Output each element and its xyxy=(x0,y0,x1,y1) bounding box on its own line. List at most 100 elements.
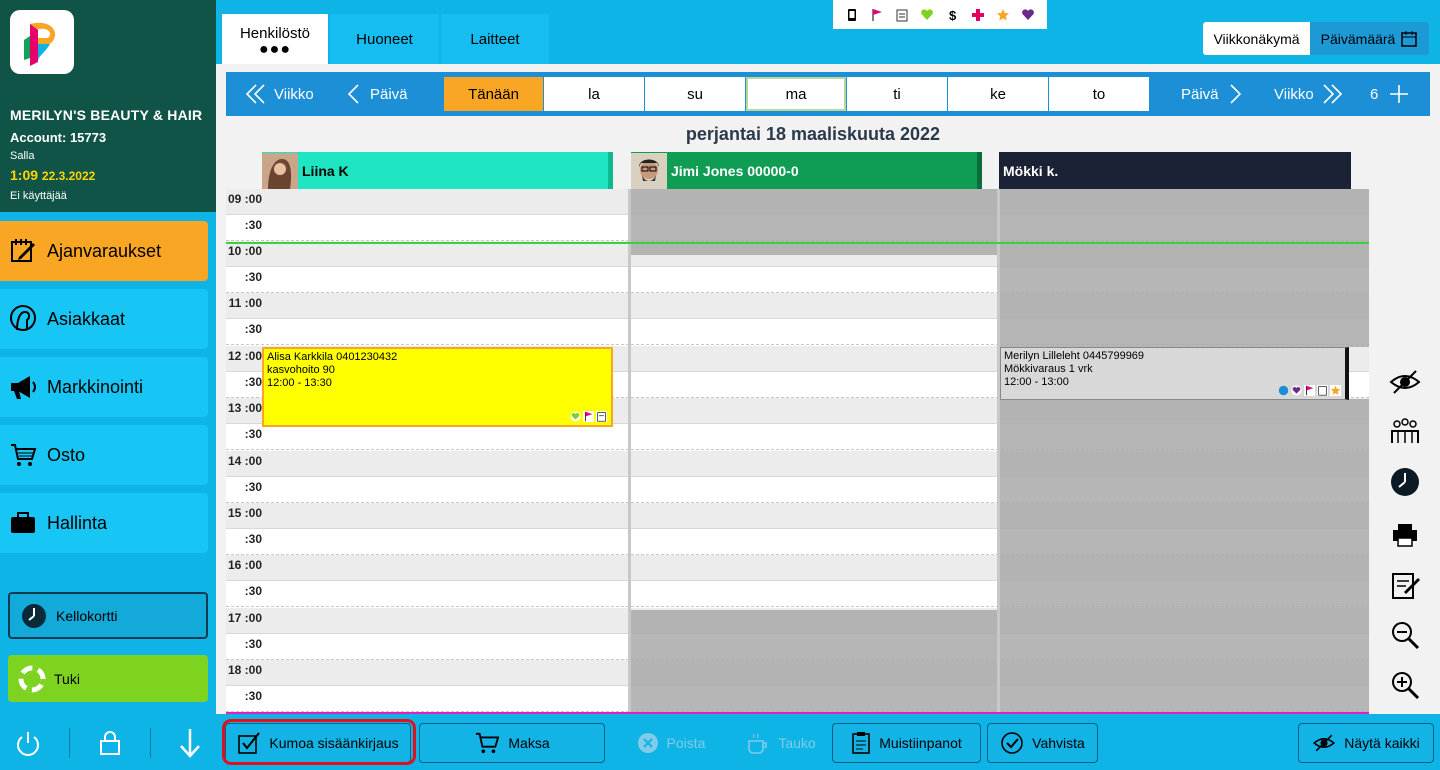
divider xyxy=(69,727,71,758)
flag-icon xyxy=(872,8,882,21)
nav-osto[interactable]: Osto xyxy=(0,425,208,485)
confirm-label: Vahvista xyxy=(1032,735,1085,751)
staff-column-header[interactable]: Mökki k. xyxy=(999,152,1351,189)
today-button[interactable]: Tänään xyxy=(444,77,543,111)
tab-label: Henkilöstö xyxy=(239,24,311,42)
sidebar-bottom-tools xyxy=(0,715,216,770)
break-button[interactable]: Tauko xyxy=(731,723,831,763)
time-label: 09 :00 xyxy=(227,192,262,206)
clock-readout: 1:09 22.3.2022 xyxy=(10,167,95,183)
prev-week-button[interactable]: Viikko xyxy=(244,72,314,116)
notes-button[interactable]: Muistiinpanot xyxy=(832,723,981,763)
appointment-client: Merilyn Lilleleht 0445799969 xyxy=(1004,350,1145,362)
next-week-button[interactable]: Viikko xyxy=(1274,72,1344,116)
next-day-label: Päivä xyxy=(1181,85,1219,103)
time-label: 16 :00 xyxy=(227,558,262,572)
tab-label: Huoneet xyxy=(356,30,413,48)
notes-label: Muistiinpanot xyxy=(879,735,962,751)
nav-label: Osto xyxy=(47,444,86,465)
day-button-ma[interactable]: ma xyxy=(746,77,846,111)
appointment-card[interactable]: Alisa Karkkila 0401230432 kasvohoito 90 … xyxy=(262,347,613,427)
nav-ajanvaraukset[interactable]: Ajanvaraukset xyxy=(0,221,208,281)
tuki-button[interactable]: Tuki xyxy=(8,655,208,702)
prev-day-button[interactable]: Päivä xyxy=(346,72,408,116)
add-count-button[interactable]: 6 xyxy=(1370,72,1410,116)
unavailable-block xyxy=(1000,189,1369,347)
clipboard-icon xyxy=(1317,385,1328,396)
show-all-button[interactable]: Näytä kaikki xyxy=(1298,723,1434,763)
next-day-button[interactable]: Päivä xyxy=(1181,72,1243,116)
day-button-to[interactable]: to xyxy=(1049,77,1149,111)
printer-icon[interactable] xyxy=(1388,518,1422,552)
phone-icon xyxy=(847,8,856,21)
appointment-time: 12:00 - 13:30 xyxy=(267,377,332,389)
eye-icon xyxy=(1313,734,1336,752)
no-user-label: Ei käyttäjää xyxy=(10,190,67,202)
nav-asiakkaat[interactable]: Asiakkaat xyxy=(0,289,208,349)
eye-icon[interactable] xyxy=(1388,365,1422,399)
prev-week-label: Viikko xyxy=(274,85,314,103)
notes-icon[interactable] xyxy=(1388,568,1422,602)
zoom-in-icon[interactable] xyxy=(1388,668,1422,702)
pay-button[interactable]: Maksa xyxy=(419,723,605,763)
day-button-ke[interactable]: ke xyxy=(948,77,1048,111)
kellokortti-button[interactable]: Kellokortti xyxy=(8,592,208,639)
chevron-left-icon xyxy=(347,84,359,104)
date-picker-button[interactable]: Päivämäärä xyxy=(1310,22,1429,55)
double-chevron-left-icon xyxy=(245,84,265,104)
nav-hallinta[interactable]: Hallinta xyxy=(0,493,208,553)
prev-day-label: Päivä xyxy=(370,85,408,103)
highlight-outline xyxy=(222,719,416,765)
plus-icon xyxy=(1390,85,1409,103)
day-button-su[interactable]: su xyxy=(645,77,745,111)
heart-purple-icon xyxy=(1022,8,1035,20)
lock-icon[interactable] xyxy=(98,729,122,757)
date-navigation-bar: Viikko Päivä Tänään la su ma ti ke to Pä… xyxy=(226,72,1430,116)
divider xyxy=(149,727,151,758)
tab-henkilosto[interactable]: Henkilöstö ●●● xyxy=(222,14,328,64)
day-button-ti[interactable]: ti xyxy=(847,77,947,111)
flag-icon xyxy=(583,411,594,422)
delete-button[interactable]: Poista xyxy=(621,723,721,763)
schedule-grid[interactable]: 09 :00 :30 10 :00 :30 11 :00 :30 12 :00 … xyxy=(226,189,1369,714)
date-button-label: Päivämäärä xyxy=(1320,30,1396,47)
time-label: :30 xyxy=(244,322,262,336)
staff-name: Mökki k. xyxy=(1003,162,1059,179)
time-label: 11 :00 xyxy=(228,296,262,310)
megaphone-icon xyxy=(8,372,38,402)
power-icon[interactable] xyxy=(14,729,42,757)
clock-icon[interactable] xyxy=(1388,465,1422,499)
arrow-down-icon[interactable] xyxy=(178,727,202,759)
appointment-icons xyxy=(570,411,607,422)
app-logo xyxy=(10,10,74,74)
time-label: :30 xyxy=(244,427,262,441)
x-circle-icon xyxy=(637,733,658,753)
unavailable-block xyxy=(631,610,997,714)
view-toggle: Viikkonäkymä Päivämäärä xyxy=(1203,22,1429,55)
zoom-out-icon[interactable] xyxy=(1388,618,1422,652)
time-label: :30 xyxy=(244,218,262,232)
tab-huoneet[interactable]: Huoneet xyxy=(330,14,439,64)
heart-green-icon xyxy=(570,411,581,422)
tab-laitteet[interactable]: Laitteet xyxy=(441,14,549,64)
staff-column-header[interactable]: Liina K xyxy=(262,152,613,189)
nav-markkinointi[interactable]: Markkinointi xyxy=(0,357,208,417)
group-icon[interactable] xyxy=(1388,415,1422,449)
business-name: MERILYN'S BEAUTY & HAIR xyxy=(10,107,203,123)
week-view-button[interactable]: Viikkonäkymä xyxy=(1203,22,1310,55)
customer-head-icon xyxy=(8,304,38,334)
brand-panel: MERILYN'S BEAUTY & HAIR Account: 15773 S… xyxy=(0,0,216,212)
sidebar: MERILYN'S BEAUTY & HAIR Account: 15773 S… xyxy=(0,0,216,770)
chevron-right-icon xyxy=(1229,84,1241,104)
star-icon xyxy=(997,8,1010,20)
staff-name: Liina K xyxy=(302,162,349,179)
confirm-button[interactable]: Vahvista xyxy=(987,723,1098,763)
time-label: :30 xyxy=(244,375,262,389)
nav-label: Asiakkaat xyxy=(47,308,126,329)
day-button-la[interactable]: la xyxy=(544,77,644,111)
appointment-card[interactable]: Merilyn Lilleleht 0445799969 Mökkivaraus… xyxy=(1000,347,1349,400)
count-label: 6 xyxy=(1370,85,1379,103)
pay-label: Maksa xyxy=(508,735,550,751)
staff-column-header[interactable]: Jimi Jones 00000-0 xyxy=(631,152,982,189)
circle-blue-icon xyxy=(1278,385,1289,396)
